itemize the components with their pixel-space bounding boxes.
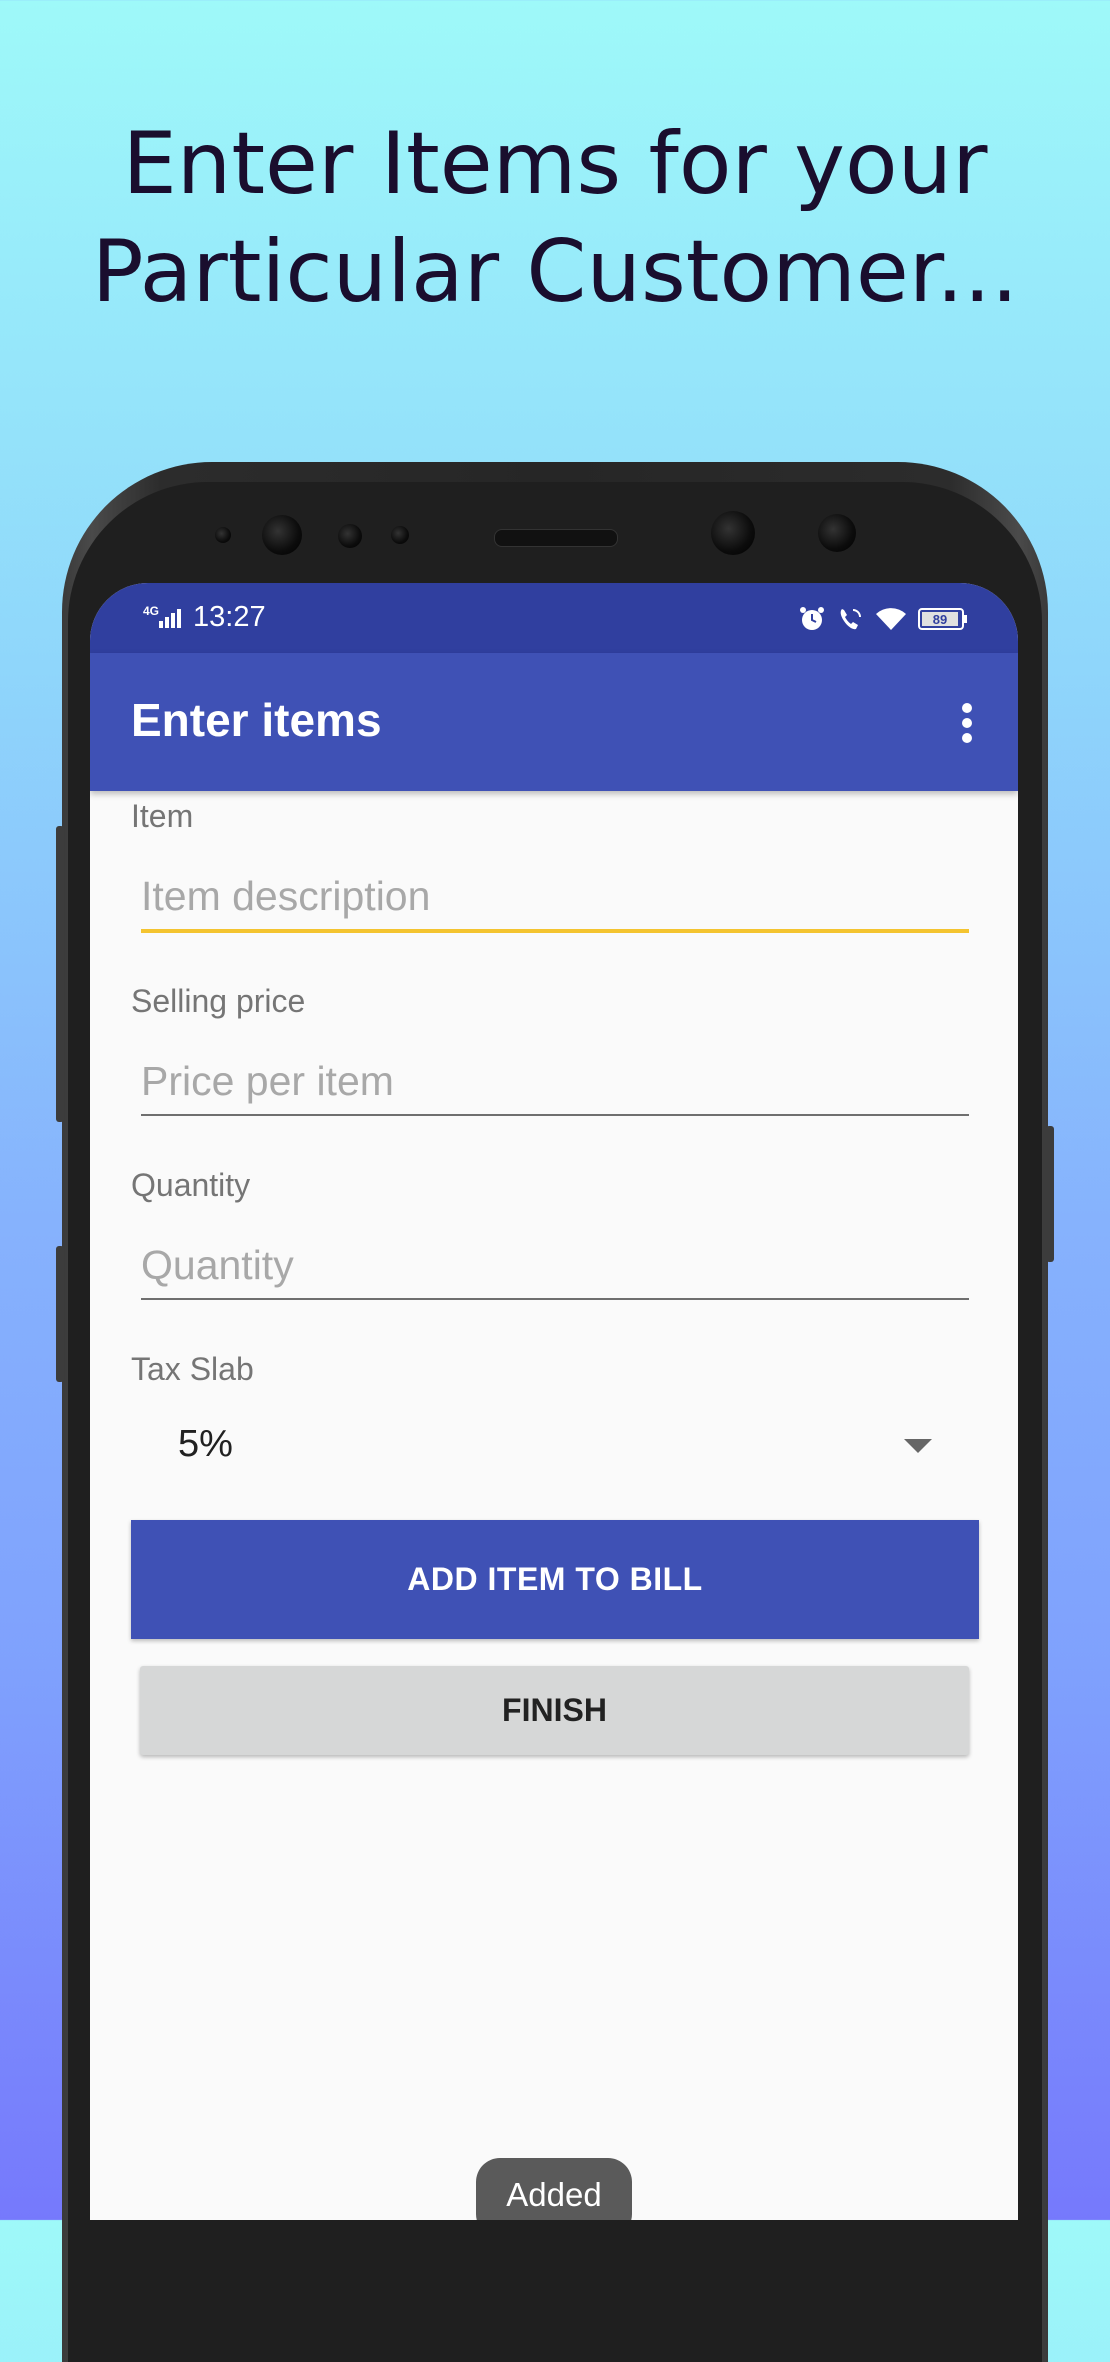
promo-headline: Enter Items for your Particular Customer… (0, 110, 1110, 326)
wifi-icon (876, 608, 906, 630)
light-sensor-icon (391, 526, 409, 544)
front-camera-2-icon (711, 511, 755, 555)
signal-4g-icon: 4G (143, 604, 181, 628)
app-bar-title: Enter items (131, 694, 382, 746)
app-bar: Enter items (90, 653, 1018, 791)
quantity-input-underline (141, 1298, 969, 1300)
tax-slab-selected-value: 5% (178, 1423, 233, 1465)
tax-slab-dropdown[interactable] (131, 1403, 979, 1493)
price-per-item-input[interactable] (141, 1048, 969, 1114)
price-input-underline (141, 1114, 969, 1116)
toast-message: Added (476, 2158, 632, 2220)
network-label: 4G (143, 604, 159, 618)
add-item-to-bill-button[interactable]: ADD ITEM TO BILL (131, 1520, 979, 1639)
front-camera-3-icon (818, 514, 856, 552)
phone-side-button-left-2 (56, 1246, 64, 1382)
finish-button[interactable]: FINISH (140, 1666, 969, 1755)
dropdown-arrow-icon (904, 1439, 932, 1453)
overflow-menu-icon[interactable] (962, 703, 972, 743)
item-input-underline (141, 929, 969, 933)
status-time: 13:27 (193, 601, 266, 633)
phone-side-button-right (1046, 1126, 1054, 1262)
tax-slab-label: Tax Slab (131, 1351, 254, 1387)
battery-icon: 89 (918, 608, 967, 630)
front-camera-icon (262, 515, 302, 555)
selling-price-label: Selling price (131, 983, 306, 1019)
front-sensor-icon (215, 527, 231, 543)
alarm-icon (800, 607, 824, 630)
phone-side-button-left-1 (56, 826, 64, 1122)
status-icons: 89 (798, 605, 968, 633)
proximity-sensor-icon (338, 524, 362, 548)
quantity-label: Quantity (131, 1167, 251, 1203)
quantity-input[interactable] (141, 1232, 969, 1298)
wifi-calling-icon (840, 609, 861, 630)
promo-headline-line1: Enter Items for your (122, 114, 988, 214)
item-description-input[interactable] (141, 863, 969, 929)
battery-level: 89 (933, 612, 947, 627)
app-screen: 4G 13:27 89 Enter items Item Item descri… (90, 583, 1018, 2220)
status-bar: 4G 13:27 89 (90, 583, 1018, 653)
earpiece-speaker (494, 529, 618, 547)
item-label: Item (131, 798, 194, 834)
promo-headline-line2: Particular Customer... (91, 222, 1019, 322)
